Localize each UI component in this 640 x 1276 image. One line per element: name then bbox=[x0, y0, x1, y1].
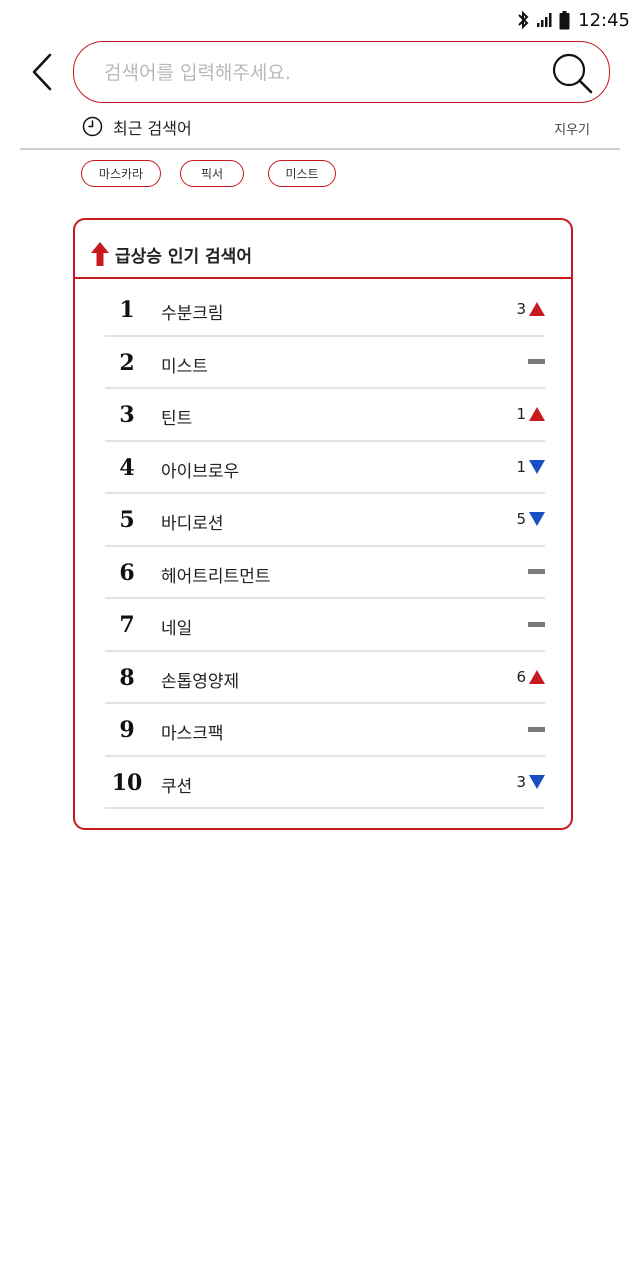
triangle-up-icon bbox=[529, 302, 545, 316]
recent-chip[interactable]: 마스카라 bbox=[81, 160, 161, 187]
rank-number: 6 bbox=[119, 559, 135, 586]
rank-term: 틴트 bbox=[161, 409, 193, 429]
rank-change bbox=[528, 716, 545, 742]
status-bar: 12:45 bbox=[0, 0, 640, 40]
arrow-up-icon bbox=[91, 242, 109, 266]
rank-term: 손톱영양제 bbox=[161, 671, 240, 692]
rank-change-value: 1 bbox=[516, 457, 526, 476]
status-icons: 12:45 bbox=[516, 9, 630, 31]
recent-searches-label: 최근 검색어 bbox=[113, 119, 192, 138]
rank-term: 네일 bbox=[161, 619, 193, 639]
clock-icon bbox=[82, 116, 103, 137]
rank-number: 3 bbox=[119, 402, 135, 428]
trending-row[interactable]: 1 수분크림 3 bbox=[105, 284, 545, 337]
rank-number: 7 bbox=[119, 612, 135, 638]
search-bar bbox=[73, 41, 610, 103]
triangle-down-icon bbox=[529, 512, 545, 526]
rank-term: 아이브로우 bbox=[161, 461, 240, 482]
trending-row[interactable]: 10 쿠션 3 bbox=[105, 757, 545, 809]
signal-icon bbox=[537, 13, 552, 27]
triangle-up-icon bbox=[529, 407, 545, 421]
rank-change bbox=[528, 611, 545, 637]
rank-term: 헤어트리트먼트 bbox=[161, 566, 271, 587]
recent-chip[interactable]: 미스트 bbox=[268, 160, 336, 187]
rank-change-value: 3 bbox=[516, 300, 526, 318]
rank-change: 1 bbox=[516, 454, 545, 480]
rank-number: 10 bbox=[111, 769, 143, 796]
trending-row[interactable]: 2 미스트 bbox=[105, 337, 545, 389]
rank-change: 5 bbox=[516, 506, 545, 532]
rank-change-value: 3 bbox=[516, 772, 526, 791]
bluetooth-icon bbox=[518, 10, 529, 30]
rank-term: 쿠션 bbox=[161, 776, 193, 797]
chevron-left-icon bbox=[32, 53, 52, 91]
triangle-down-icon bbox=[529, 459, 545, 474]
dash-icon bbox=[528, 726, 545, 732]
back-button[interactable] bbox=[22, 50, 62, 94]
dash-icon bbox=[528, 569, 545, 574]
rank-term: 미스트 bbox=[161, 356, 208, 377]
trending-list: 1 수분크림 3 2 미스트 3 틴트 1 4 아이브로우 1 5 바디로션 5 6 헤어트리트먼트 7 네일 8 손… bbox=[105, 284, 545, 809]
trending-row[interactable]: 8 손톱영양제 6 bbox=[105, 652, 545, 704]
dash-icon bbox=[528, 621, 545, 627]
rank-change bbox=[528, 559, 545, 585]
trending-row[interactable]: 3 틴트 1 bbox=[105, 389, 545, 442]
rank-change: 3 bbox=[516, 769, 545, 795]
clear-recent-button[interactable]: 지우기 bbox=[554, 119, 590, 138]
recent-searches-header: 최근 검색어 지우기 bbox=[82, 114, 590, 140]
rank-number: 1 bbox=[119, 297, 135, 323]
rank-change-value: 6 bbox=[516, 667, 526, 686]
trending-row[interactable]: 7 네일 bbox=[105, 599, 545, 652]
rank-number: 5 bbox=[119, 507, 135, 533]
trending-row[interactable]: 9 마스크팩 bbox=[105, 704, 545, 757]
rank-change: 1 bbox=[516, 401, 545, 427]
trending-title: 급상승 인기 검색어 bbox=[115, 247, 252, 267]
rank-change-value: 1 bbox=[516, 405, 526, 423]
rank-change-value: 5 bbox=[516, 510, 526, 528]
rank-change: 3 bbox=[516, 296, 545, 322]
rank-term: 바디로션 bbox=[161, 514, 224, 534]
triangle-up-icon bbox=[529, 669, 545, 684]
rank-term: 수분크림 bbox=[161, 304, 224, 324]
battery-icon bbox=[559, 10, 570, 29]
rank-change: 6 bbox=[516, 664, 545, 690]
rank-term: 마스크팩 bbox=[161, 724, 224, 744]
rank-number: 4 bbox=[119, 454, 135, 481]
recent-chip[interactable]: 픽서 bbox=[180, 160, 244, 187]
search-input[interactable] bbox=[104, 56, 544, 90]
rank-number: 8 bbox=[119, 664, 135, 691]
rank-number: 9 bbox=[119, 717, 135, 743]
search-icon[interactable] bbox=[551, 52, 595, 94]
triangle-down-icon bbox=[529, 774, 545, 789]
trending-row[interactable]: 5 바디로션 5 bbox=[105, 494, 545, 547]
status-time: 12:45 bbox=[578, 9, 630, 31]
rank-number: 2 bbox=[119, 349, 135, 376]
rank-change bbox=[528, 349, 545, 375]
trending-header: 급상승 인기 검색어 bbox=[75, 220, 571, 279]
trending-row[interactable]: 6 헤어트리트먼트 bbox=[105, 547, 545, 599]
trending-row[interactable]: 4 아이브로우 1 bbox=[105, 442, 545, 494]
divider bbox=[20, 148, 620, 150]
trending-searches-card: 급상승 인기 검색어 1 수분크림 3 2 미스트 3 틴트 1 4 아이브로우 1 5 바디로션 5 6 헤… bbox=[73, 218, 573, 830]
dash-icon bbox=[528, 359, 545, 364]
